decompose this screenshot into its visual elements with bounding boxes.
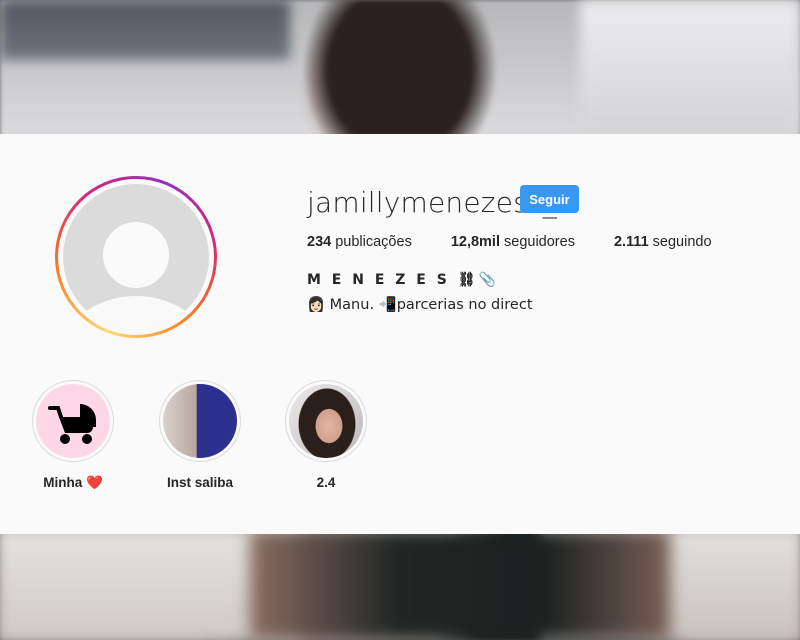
highlight-label: Minha ❤️ [43,475,103,490]
background-decoration [0,0,290,60]
profile-full-name: M E N E Z E S ⛓📎 [307,272,499,288]
baby-stroller-icon [48,404,96,444]
avatar-frame [58,179,214,335]
followers-count[interactable]: 12,8mil seguidores [451,234,575,250]
highlight-ring [159,380,241,462]
highlight-label: Inst saliba [166,475,234,490]
following-label: seguindo [652,234,712,250]
default-avatar-icon [63,184,209,330]
highlight-label: 2.4 [316,475,336,490]
following-count[interactable]: 2.111 seguindo [614,234,712,250]
profile-card: jamillymenezess_ Seguir 234 publicações … [0,134,800,534]
highlight-ring [32,380,114,462]
posts-value: 234 [307,234,332,250]
avatar-head-shape [103,222,169,288]
profile-avatar[interactable] [55,176,217,338]
posts-label: publicações [335,234,412,250]
background-decoration [580,0,800,134]
background-decoration [250,530,670,640]
story-highlight[interactable]: Inst saliba [155,380,245,490]
following-value: 2.111 [613,234,649,250]
highlight-cover [36,384,110,458]
posts-count: 234 publicações [307,234,412,250]
highlight-ring [285,380,367,462]
avatar-shoulders-shape [63,296,209,330]
followers-value: 12,8mil [450,234,500,250]
profile-stats: 234 publicações 12,8mil seguidores 2.111… [307,234,751,250]
profile-bio: 👩🏻 Manu. 📲parcerias no direct [307,297,533,313]
followers-label: seguidores [504,234,575,250]
highlight-cover-image [163,384,237,458]
story-highlight[interactable]: 2.4 [281,380,371,490]
highlight-cover-image [289,384,363,458]
follow-button[interactable]: Seguir [520,185,579,213]
story-highlight[interactable]: Minha ❤️ [28,380,118,491]
